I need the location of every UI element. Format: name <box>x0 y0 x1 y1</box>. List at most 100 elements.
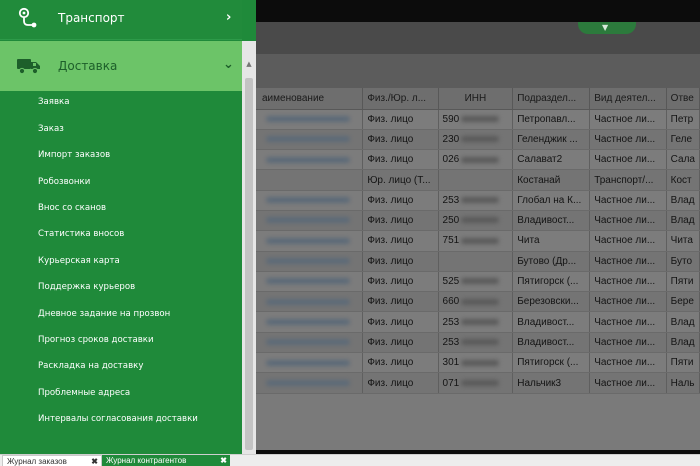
cell-type[interactable]: Физ. лицо <box>362 129 439 151</box>
submenu-item-input-stats[interactable]: Статистика вносов <box>38 229 124 239</box>
cell-responsible[interactable]: Наль <box>666 372 700 394</box>
cell-type[interactable]: Юр. лицо (Т... <box>362 169 439 191</box>
cell-subdivision[interactable]: Владивост... <box>512 332 591 354</box>
cell-inn[interactable]: 071 <box>438 372 514 394</box>
menu-item-delivery[interactable]: Доставка ⌄ <box>0 41 242 91</box>
cell-activity[interactable]: Частное ли... <box>589 271 667 293</box>
cell-responsible[interactable]: Сала <box>666 149 700 171</box>
cell-inn[interactable]: 250 <box>438 210 514 232</box>
cell-subdivision[interactable]: Пятигорск (... <box>512 271 591 293</box>
cell-responsible[interactable]: Пяти <box>666 271 700 293</box>
cell-subdivision[interactable]: Глобал на К... <box>512 190 591 211</box>
column-header-responsible[interactable]: Отве <box>666 88 700 110</box>
cell-responsible[interactable]: Кост <box>666 169 700 191</box>
cell-type[interactable]: Физ. лицо <box>362 372 439 394</box>
cell-activity[interactable]: Частное ли... <box>589 149 667 171</box>
column-header-type[interactable]: Физ./Юр. л... <box>362 88 439 110</box>
cell-type[interactable]: Физ. лицо <box>362 251 439 272</box>
cell-activity[interactable]: Частное ли... <box>589 332 667 354</box>
submenu-item-robocalls[interactable]: Робозвонки <box>38 177 90 187</box>
cell-activity[interactable]: Частное ли... <box>589 291 667 313</box>
cell-responsible-text: Влад <box>670 194 695 206</box>
submenu-item-problem-addresses[interactable]: Проблемные адреса <box>38 388 130 398</box>
cell-subdivision[interactable]: Пятигорск (... <box>512 352 591 374</box>
cell-type[interactable]: Физ. лицо <box>362 109 439 130</box>
tab-contractors-journal[interactable]: Журнал контрагентов ✖ <box>102 455 230 466</box>
cell-responsible[interactable]: Пяти <box>666 352 700 374</box>
submenu-item-delivery-layout[interactable]: Раскладка на доставку <box>38 361 143 371</box>
cell-inn[interactable]: 230 <box>438 129 514 151</box>
cell-responsible[interactable]: Чита <box>666 230 700 252</box>
cell-activity[interactable]: Частное ли... <box>589 129 667 151</box>
cell-subdivision[interactable]: Владивост... <box>512 210 591 232</box>
submenu-item-scan-input[interactable]: Внос со сканов <box>38 203 106 213</box>
cell-responsible[interactable]: Петр <box>666 109 700 130</box>
cell-subdivision[interactable]: Чита <box>512 230 591 252</box>
cell-subdivision[interactable]: Бутово (Др... <box>512 251 591 272</box>
cell-activity[interactable]: Частное ли... <box>589 352 667 374</box>
cell-type[interactable]: Физ. лицо <box>362 352 439 374</box>
column-header-activity[interactable]: Вид деятел... <box>589 88 667 110</box>
cell-inn[interactable]: 253 <box>438 332 514 354</box>
cell-responsible[interactable]: Влад <box>666 210 700 232</box>
submenu-item-order[interactable]: Заказ <box>38 124 64 134</box>
column-header-subdivision[interactable]: Подраздел... <box>512 88 591 110</box>
close-icon[interactable]: ✖ <box>220 455 227 466</box>
cell-inn[interactable]: 590 <box>438 109 514 130</box>
cell-inn[interactable]: 660 <box>438 291 514 313</box>
submenu-item-delivery-forecast[interactable]: Прогноз сроков доставки <box>38 335 154 345</box>
scroll-up-arrow-icon[interactable]: ▲ <box>244 60 254 70</box>
cell-inn[interactable]: 253 <box>438 311 514 333</box>
submenu-item-courier-support[interactable]: Поддержка курьеров <box>38 282 135 292</box>
submenu-item-request[interactable]: Заявка <box>38 97 69 107</box>
cell-responsible[interactable]: Геле <box>666 129 700 151</box>
cell-activity[interactable]: Транспорт/... <box>589 169 667 191</box>
cell-subdivision[interactable]: Салават2 <box>512 149 591 171</box>
cell-subdivision[interactable]: Владивост... <box>512 311 591 333</box>
menu-item-transport[interactable]: Транспорт › <box>0 0 242 40</box>
cell-activity[interactable]: Частное ли... <box>589 251 667 272</box>
cell-inn[interactable]: 301 <box>438 352 514 374</box>
cell-type[interactable]: Физ. лицо <box>362 291 439 313</box>
redacted-name <box>266 237 350 244</box>
cell-type[interactable]: Физ. лицо <box>362 149 439 171</box>
cell-subdivision[interactable]: Березовски... <box>512 291 591 313</box>
cell-responsible[interactable]: Бере <box>666 291 700 313</box>
tab-orders-journal[interactable]: Журнал заказов ✖ <box>2 455 102 466</box>
cell-type[interactable]: Физ. лицо <box>362 190 439 211</box>
cell-inn[interactable]: 525 <box>438 271 514 293</box>
cell-subdivision[interactable]: Нальчик3 <box>512 372 591 394</box>
close-icon[interactable]: ✖ <box>91 456 98 466</box>
submenu-item-courier-map[interactable]: Курьерская карта <box>38 256 120 266</box>
menu-scrollbar-thumb[interactable] <box>245 78 253 450</box>
cell-inn[interactable]: 751 <box>438 230 514 252</box>
cell-type[interactable]: Физ. лицо <box>362 332 439 354</box>
cell-responsible[interactable]: Влад <box>666 332 700 354</box>
cell-type[interactable]: Физ. лицо <box>362 210 439 232</box>
cell-subdivision[interactable]: Петропавл... <box>512 109 591 130</box>
submenu-item-daily-calls[interactable]: Дневное задание на прозвон <box>38 309 170 319</box>
cell-responsible[interactable]: Влад <box>666 311 700 333</box>
cell-type[interactable]: Физ. лицо <box>362 311 439 333</box>
cell-inn[interactable] <box>438 251 514 272</box>
cell-activity[interactable]: Частное ли... <box>589 210 667 232</box>
cell-activity[interactable]: Частное ли... <box>589 230 667 252</box>
submenu-item-import-orders[interactable]: Импорт заказов <box>38 150 110 160</box>
cell-subdivision[interactable]: Геленджик ... <box>512 129 591 151</box>
cell-inn[interactable]: 026 <box>438 149 514 171</box>
toolbar-collapse-pill[interactable]: ▼ <box>578 22 636 34</box>
cell-type[interactable]: Физ. лицо <box>362 230 439 252</box>
cell-activity[interactable]: Частное ли... <box>589 109 667 130</box>
cell-subdivision[interactable]: Костанай <box>512 169 591 191</box>
cell-activity[interactable]: Частное ли... <box>589 190 667 211</box>
cell-responsible[interactable]: Влад <box>666 190 700 211</box>
cell-responsible[interactable]: Буто <box>666 251 700 272</box>
cell-activity[interactable]: Частное ли... <box>589 372 667 394</box>
cell-inn[interactable]: 253 <box>438 190 514 211</box>
submenu-item-delivery-intervals[interactable]: Интервалы согласования доставки <box>38 414 198 424</box>
cell-inn[interactable] <box>438 169 514 191</box>
column-header-inn[interactable]: ИНН <box>438 88 514 110</box>
cell-type[interactable]: Физ. лицо <box>362 271 439 293</box>
cell-inn-text: 230 <box>442 133 460 145</box>
cell-activity[interactable]: Частное ли... <box>589 311 667 333</box>
